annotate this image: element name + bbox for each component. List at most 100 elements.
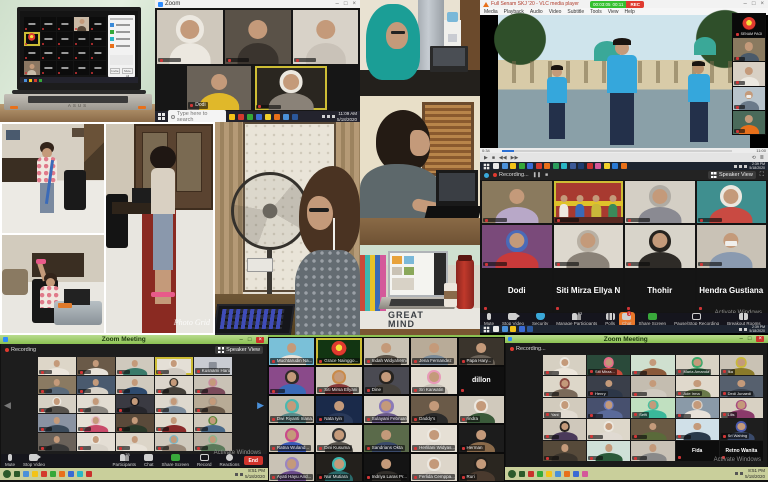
taskbar-app-icon[interactable]: [528, 471, 534, 477]
participant-tile[interactable]: Ika: [720, 355, 763, 375]
participant-tile[interactable]: Kusnami Hariani ...: [194, 357, 232, 375]
taskbar-app-icon[interactable]: [555, 471, 561, 477]
taskbar-app-icon[interactable]: [265, 114, 271, 120]
participant-tile[interactable]: [194, 376, 232, 394]
participant-tile[interactable]: Thohir: [625, 270, 695, 312]
taskbar-app-icon[interactable]: [536, 163, 542, 169]
taskbar-app-icon[interactable]: [292, 114, 298, 120]
participant-tile[interactable]: Sandrians Okta: [364, 425, 409, 452]
taskbar-app-icon[interactable]: [544, 163, 550, 169]
participant-tile[interactable]: [116, 376, 154, 394]
play-button[interactable]: ▶: [484, 155, 488, 161]
participant-tile[interactable]: [116, 414, 154, 432]
participant-tile[interactable]: [293, 10, 358, 64]
taskbar-app-icon[interactable]: [229, 114, 235, 120]
taskbar-app-icon[interactable]: [527, 326, 533, 332]
vlc-menu-view[interactable]: View: [608, 9, 619, 15]
participant-tile[interactable]: [41, 47, 57, 61]
taskbar-app-icon[interactable]: [247, 114, 253, 120]
participant-tile[interactable]: Ruri: [459, 454, 504, 481]
participant-tile[interactable]: [77, 395, 115, 413]
prev-page-arrow[interactable]: ◀: [4, 400, 11, 411]
participant-tile[interactable]: Jena Fernandez: [411, 338, 456, 365]
next-button[interactable]: ▶▶: [511, 155, 519, 161]
participant-tile[interactable]: [155, 414, 193, 432]
toolbar-chat[interactable]: Chat: [140, 454, 158, 467]
participant-tile[interactable]: Sefti: [631, 398, 674, 418]
taskbar-app-icon[interactable]: [519, 326, 525, 332]
taskbar-app-icon[interactable]: [546, 471, 552, 477]
participant-tile[interactable]: dillon: [459, 367, 504, 394]
participant-tile[interactable]: Sri Karwatin: [411, 367, 456, 394]
taskbar-app-icon[interactable]: [595, 163, 601, 169]
start-button[interactable]: [158, 113, 165, 120]
playlist-button[interactable]: ≣: [760, 155, 764, 161]
taskbar-search-box[interactable]: Type here to search: [168, 110, 226, 123]
toolbar-mute[interactable]: Mute: [1, 454, 19, 467]
participant-tile[interactable]: [543, 355, 586, 375]
participant-tile[interactable]: Siti Mirsa Ellyani: [316, 367, 361, 394]
maximize-button[interactable]: □: [344, 1, 348, 7]
participant-tile[interactable]: [255, 66, 327, 110]
participant-tile[interactable]: Indriya Laras Pr...: [364, 454, 409, 481]
taskbar-app-icon[interactable]: [14, 471, 20, 477]
participant-tile[interactable]: [625, 225, 695, 267]
taskbar-app-icon[interactable]: [283, 114, 289, 120]
recorder-stop-button[interactable]: REC: [626, 1, 644, 8]
participant-tile[interactable]: Muchtarudin Na...: [269, 338, 314, 365]
taskbar-app-icon[interactable]: [493, 163, 499, 169]
participant-tile[interactable]: [631, 376, 674, 396]
minimize-button[interactable]: –: [240, 337, 243, 343]
taskbar-app-icon[interactable]: [23, 471, 29, 477]
participant-tile[interactable]: Maria Amanda: [676, 355, 719, 375]
participant-tile[interactable]: Ade Irma: [676, 376, 719, 396]
speaker-view-button[interactable]: Speaker View: [708, 171, 756, 179]
participant-tile[interactable]: [733, 38, 765, 61]
participant-tile[interactable]: [41, 32, 57, 46]
taskbar-app-icon[interactable]: [502, 163, 508, 169]
participant-tile[interactable]: [24, 32, 40, 46]
taskbar-app-icon[interactable]: [32, 471, 38, 477]
toolbar-stop-video[interactable]: Stop Video: [498, 313, 528, 326]
participant-tile[interactable]: [24, 17, 40, 31]
participant-tile[interactable]: [631, 441, 674, 461]
participant-tile[interactable]: [38, 414, 76, 432]
taskbar-app-icon[interactable]: [564, 471, 570, 477]
participant-tile[interactable]: Ratna Wuland...: [269, 425, 314, 452]
taskbar-app-icon[interactable]: [578, 163, 584, 169]
vlc-menu-help[interactable]: Help: [625, 9, 635, 15]
participant-tile[interactable]: [269, 367, 314, 394]
participant-tile[interactable]: [676, 398, 719, 418]
participant-tile[interactable]: [57, 32, 73, 46]
participant-tile[interactable]: [38, 357, 76, 375]
taskbar-app-icon[interactable]: [510, 326, 516, 332]
participant-tile[interactable]: [116, 433, 154, 451]
toolbar-reactions[interactable]: Reactions: [216, 454, 244, 467]
participant-tile[interactable]: [225, 10, 291, 64]
toolbar-polls[interactable]: Polls: [601, 313, 619, 326]
participant-tile[interactable]: [38, 395, 76, 413]
start-button[interactable]: [484, 326, 490, 332]
participant-tile[interactable]: Siti Mirza Ellya N: [554, 270, 624, 312]
participant-tile[interactable]: Sulayani Februari...: [364, 396, 409, 423]
participant-tile[interactable]: [77, 414, 115, 432]
participant-tile[interactable]: [543, 376, 586, 396]
participant-tile[interactable]: [157, 10, 223, 64]
speaker-view-button[interactable]: Speaker View: [215, 346, 263, 354]
close-button[interactable]: ×: [760, 1, 764, 7]
taskbar-app-icon[interactable]: [238, 114, 244, 120]
taskbar-app-icon[interactable]: [519, 471, 525, 477]
participant-tile[interactable]: rindra: [459, 396, 504, 423]
close-button[interactable]: ×: [756, 336, 764, 342]
toolbar-manage-participants[interactable]: 62Manage Participants: [552, 313, 601, 326]
participant-tile[interactable]: Dini Kusuma: [316, 425, 361, 452]
participant-tile[interactable]: [194, 414, 232, 432]
participant-tile[interactable]: Dedi Junaedi: [720, 376, 763, 396]
participant-tile[interactable]: [697, 181, 767, 223]
participant-tile[interactable]: [41, 17, 57, 31]
start-button[interactable]: [484, 163, 490, 169]
vlc-menu-video[interactable]: Video: [549, 9, 562, 15]
participant-tile[interactable]: [116, 357, 154, 375]
participant-tile[interactable]: Dine: [364, 367, 409, 394]
participant-tile[interactable]: [587, 398, 630, 418]
